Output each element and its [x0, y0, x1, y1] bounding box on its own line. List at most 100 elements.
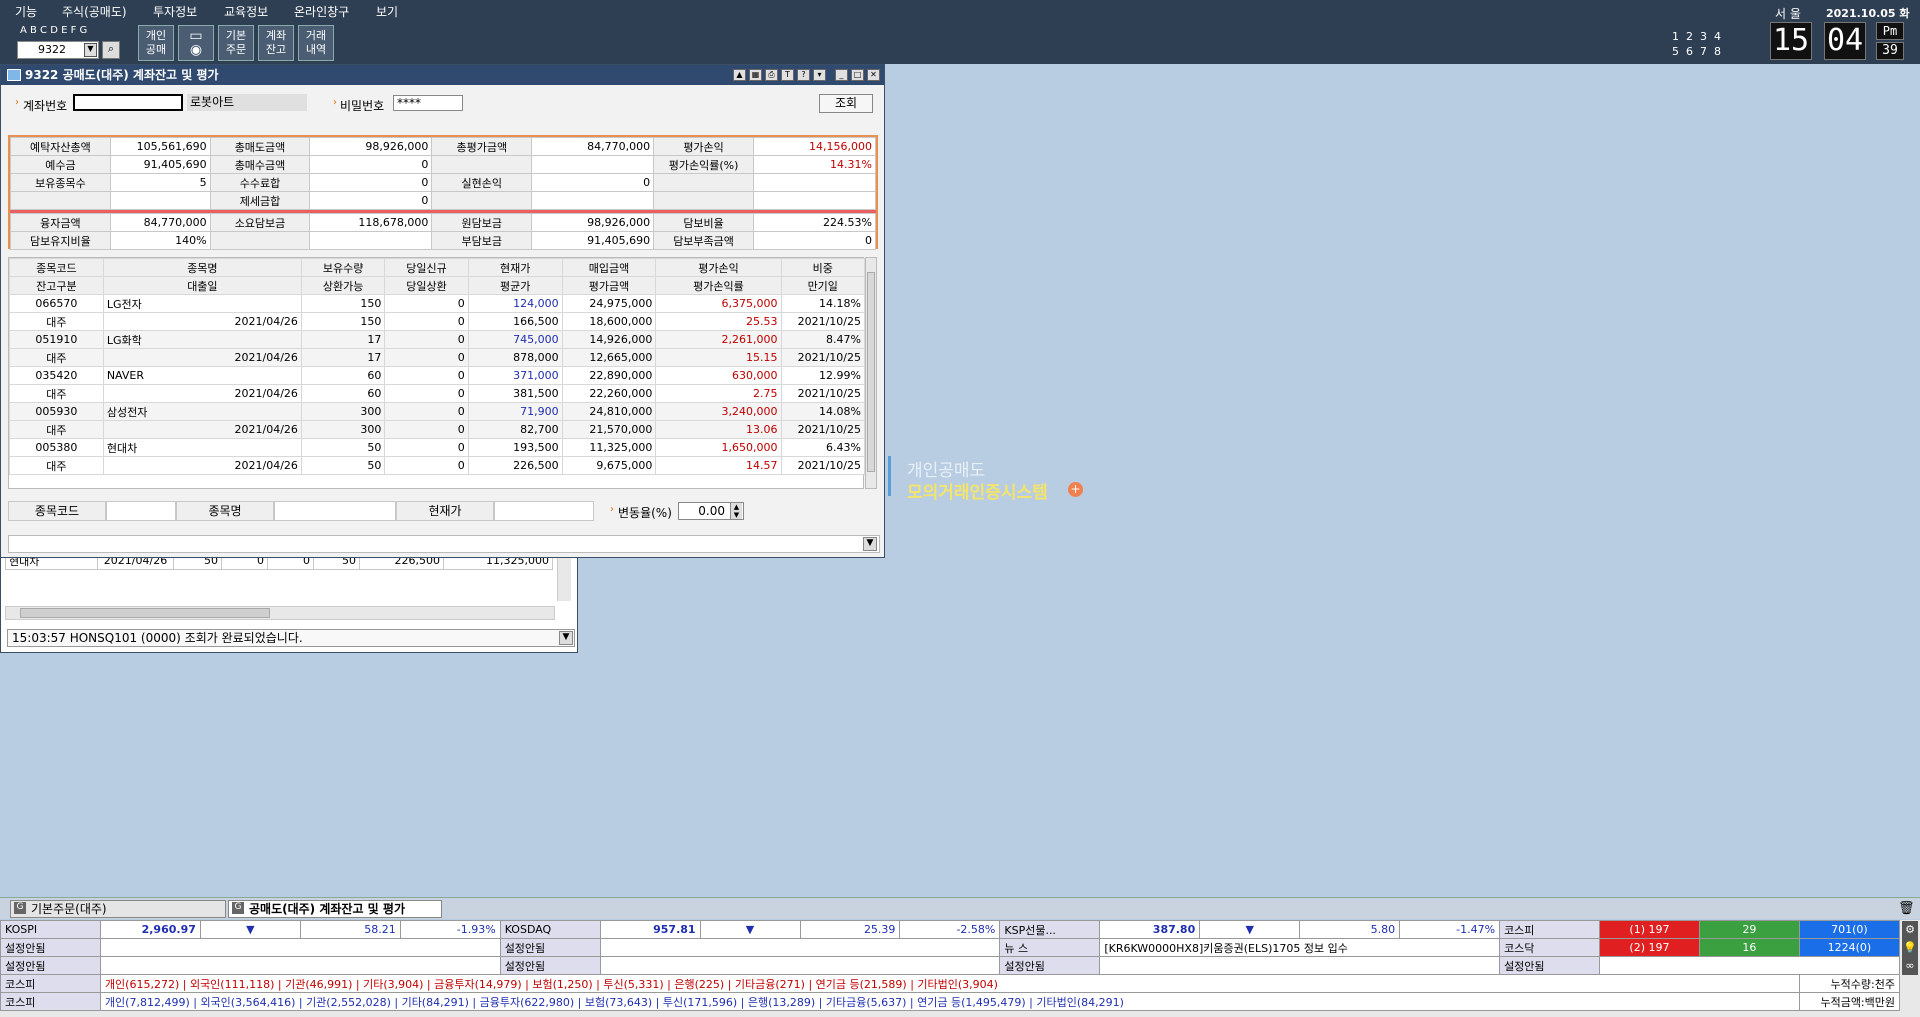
- minimize-icon[interactable]: _: [835, 69, 848, 81]
- summary-row: 융자금액 84,770,000 소요담보금 118,678,000 원담보금 98,926…: [10, 213, 877, 232]
- horizontal-scrollbar[interactable]: [5, 606, 555, 620]
- column-header[interactable]: 종목명: [102, 258, 302, 277]
- kosdaq-rate: -2.58%: [899, 920, 1001, 939]
- summary-label: 실현손익: [431, 173, 533, 192]
- holding-kind: 대주: [9, 420, 104, 439]
- table-row[interactable]: 대주 2021/04/26 50 0 226,500 9,675,000 14.57 2021…: [9, 456, 866, 475]
- query-button[interactable]: 조회: [819, 94, 873, 113]
- close-icon[interactable]: ✕: [867, 69, 880, 81]
- screen-number-row1[interactable]: 1 2 3 4: [1672, 30, 1721, 43]
- camera-icon[interactable]: ▭ ◉: [178, 25, 214, 61]
- screen-number-row2[interactable]: 5 6 7 8: [1672, 45, 1721, 58]
- password-input[interactable]: ****: [393, 95, 463, 111]
- gear-icon[interactable]: ⚙ 💡 ∞: [1902, 921, 1918, 975]
- excel-icon[interactable]: ▦: [749, 69, 762, 81]
- chevron-down-icon[interactable]: ▼: [559, 631, 573, 645]
- column-header[interactable]: 비중: [780, 258, 866, 277]
- table-row[interactable]: 대주 2021/04/26 150 0 166,500 18,600,000 25.53 20…: [9, 312, 866, 331]
- screen-letters[interactable]: A B C D E F G: [20, 25, 87, 36]
- kosdaq-label: 코스닥: [1499, 938, 1600, 957]
- table-row[interactable]: 005380 현대차 50 0 193,500 11,325,000 1,650,000 6.…: [9, 438, 866, 457]
- summary-value: [309, 231, 433, 250]
- news-ticker[interactable]: [KR6KW0000HX8]키움증권(ELS)1705 정보 입수: [1099, 938, 1501, 957]
- market-row: 코스피 개인(615,272) | 외국인(111,118) | 기관(46,99…: [0, 974, 1901, 993]
- market-row: 설정안됨 설정안됨 설정안됨 설정안됨: [0, 956, 1900, 975]
- chevron-down-icon[interactable]: ▼: [863, 537, 877, 551]
- column-header[interactable]: 종목코드: [9, 258, 104, 277]
- trash-icon[interactable]: 🗑: [1898, 901, 1915, 916]
- holding-pl: 630,000: [655, 366, 782, 385]
- holding-qty: 150: [300, 294, 386, 313]
- account-label: 계좌번호: [23, 99, 68, 113]
- vertical-scrollbar[interactable]: [557, 551, 571, 601]
- menu-view[interactable]: 보기: [376, 3, 398, 20]
- column-header[interactable]: 잔고구분: [9, 276, 104, 295]
- table-row[interactable]: 대주 2021/04/26 300 0 82,700 21,570,000 13.06 202…: [9, 420, 866, 439]
- column-header[interactable]: 당일상환: [384, 276, 469, 295]
- holding-eval: 12,665,000: [561, 348, 657, 367]
- holding-name: 현대차: [102, 438, 302, 457]
- column-header[interactable]: 평가손익: [655, 258, 782, 277]
- holding-new: 0: [384, 294, 469, 313]
- menu-online[interactable]: 온라인창구: [294, 3, 349, 20]
- menu-edu-info[interactable]: 교육정보: [224, 3, 268, 20]
- print-icon[interactable]: ⎙: [765, 69, 778, 81]
- unset-label: 설정안됨: [499, 938, 601, 957]
- chevron-down-icon[interactable]: ▼: [84, 43, 97, 57]
- holding-exp: 2021/10/25: [780, 420, 866, 439]
- summary-value: 0: [309, 191, 433, 210]
- table-row[interactable]: 대주 2021/04/26 17 0 878,000 12,665,000 15.15 202…: [9, 348, 866, 367]
- menu-invest-info[interactable]: 투자정보: [153, 3, 197, 20]
- column-header[interactable]: 만기일: [780, 276, 866, 295]
- column-header[interactable]: 평균가: [467, 276, 563, 295]
- personal-short-button[interactable]: 개인 공매: [138, 25, 174, 61]
- account-balance-button[interactable]: 계좌 잔고: [258, 25, 294, 61]
- spinner-icon[interactable]: ▲ ▼: [730, 503, 742, 519]
- code-input[interactable]: [106, 501, 176, 521]
- text-icon[interactable]: T: [781, 69, 794, 81]
- column-header[interactable]: 평가손익률: [655, 276, 782, 295]
- column-header[interactable]: 현재가: [467, 258, 563, 277]
- holding-date: 2021/04/26: [102, 384, 302, 403]
- column-header[interactable]: 보유수량: [300, 258, 386, 277]
- account-number-input[interactable]: [73, 94, 183, 111]
- help-icon[interactable]: ?: [797, 69, 810, 81]
- column-header[interactable]: 대출일: [102, 276, 302, 295]
- market-row: 설정안됨 설정안됨 뉴 스 [KR6KW0000HX8]키움증권(ELS)1705 정…: [0, 938, 1901, 957]
- unset-label: 설정안됨: [999, 956, 1101, 975]
- holding-weight: 8.47%: [780, 330, 866, 349]
- column-header[interactable]: 당일신규: [384, 258, 469, 277]
- holding-pl: 1,650,000: [655, 438, 782, 457]
- price-input[interactable]: [494, 501, 594, 521]
- pin-icon[interactable]: ▲: [733, 69, 746, 81]
- arrow-icon: ›: [610, 504, 614, 515]
- task-basic-order[interactable]: 기본주문(대주): [10, 900, 226, 918]
- scroll-thumb[interactable]: [867, 272, 875, 472]
- basic-order-button[interactable]: 기본 주문: [218, 25, 254, 61]
- holdings-scrollbar[interactable]: [865, 257, 877, 489]
- column-header[interactable]: 매입금액: [561, 258, 657, 277]
- holding-eval: 9,675,000: [561, 456, 657, 475]
- trade-history-button[interactable]: 거래 내역: [298, 25, 334, 61]
- kospi-rate: -1.93%: [399, 920, 501, 939]
- name-input[interactable]: [274, 501, 396, 521]
- table-row[interactable]: 051910 LG화학 17 0 745,000 14,926,000 2,261,000 8…: [9, 330, 866, 349]
- kospi-label: 코스피: [0, 992, 101, 1011]
- summary-label: 담보유지비율: [10, 231, 111, 250]
- table-row[interactable]: 035420 NAVER 60 0 371,000 22,890,000 630,000 12…: [9, 366, 866, 385]
- scroll-thumb[interactable]: [20, 608, 270, 618]
- table-row[interactable]: 005930 삼성전자 300 0 71,900 24,810,000 3,240,000 1…: [9, 402, 866, 421]
- column-header[interactable]: 평가금액: [561, 276, 657, 295]
- search-icon[interactable]: ⌕: [102, 41, 120, 59]
- holding-avg: 381,500: [467, 384, 563, 403]
- menu-stock[interactable]: 주식(공매도): [62, 3, 127, 20]
- task-account-balance[interactable]: 공매도(대주) 계좌잔고 및 평가: [228, 900, 442, 918]
- down-arrow-icon: ▼: [199, 920, 301, 939]
- table-row[interactable]: 066570 LG전자 150 0 124,000 24,975,000 6,375,000…: [9, 294, 866, 313]
- maximize-icon[interactable]: □: [851, 69, 864, 81]
- table-row[interactable]: 대주 2021/04/26 60 0 381,500 22,260,000 2.75 2021…: [9, 384, 866, 403]
- column-header[interactable]: 상환가능: [300, 276, 386, 295]
- menu-function[interactable]: 기능: [15, 3, 37, 20]
- more-icon[interactable]: ▾: [813, 69, 826, 81]
- unset-label: 설정안됨: [0, 956, 101, 975]
